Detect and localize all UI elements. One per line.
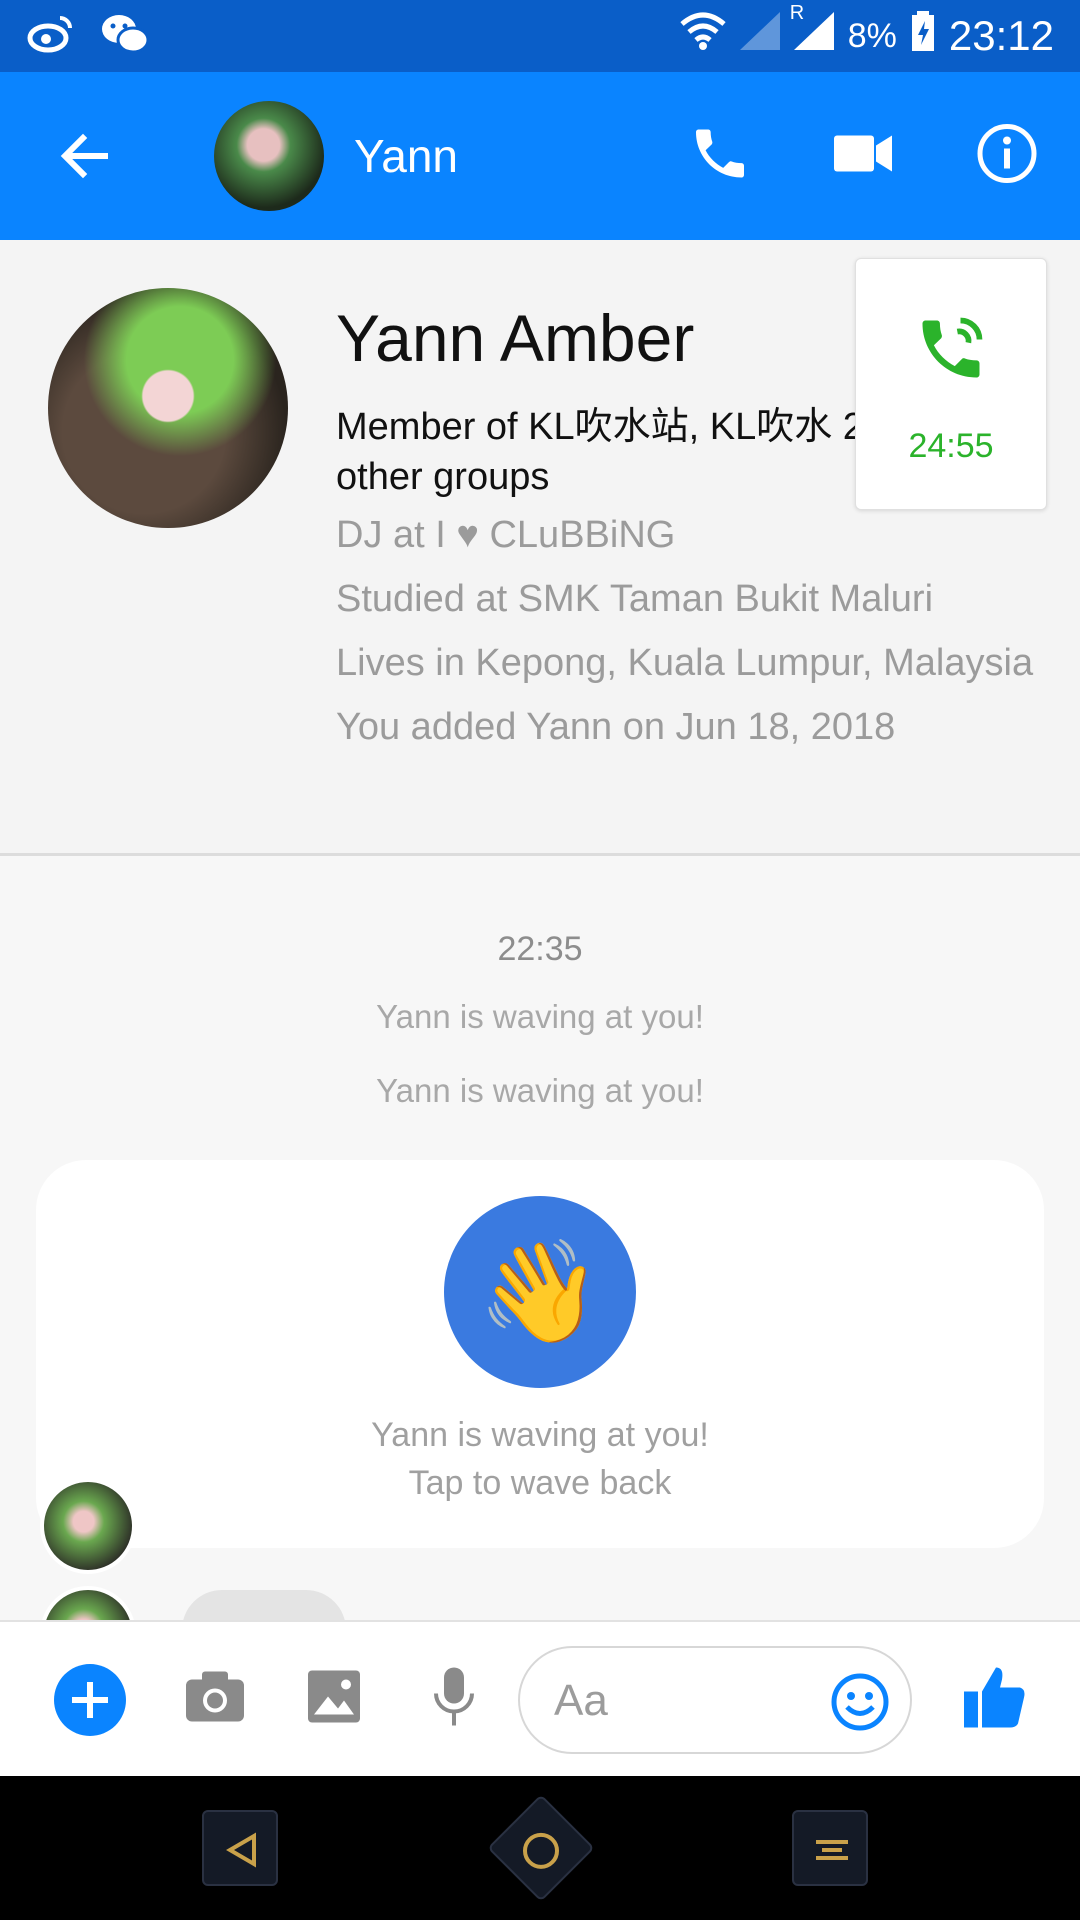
nav-home-button[interactable] [487,1794,595,1902]
wechat-icon [100,13,150,60]
plus-icon [72,1682,108,1718]
nav-back-button[interactable] [202,1810,278,1886]
thumbs-up-icon[interactable] [962,1664,1026,1735]
signal-icon [739,12,780,60]
gallery-icon[interactable] [306,1669,362,1730]
message-timestamp: 22:35 [497,930,583,968]
status-bar: R 8% 23:12 [0,0,1080,72]
wave-card-title: Yann is waving at you! [371,1416,709,1454]
wave-card[interactable]: 👋 Yann is waving at you! Tap to wave bac… [36,1160,1044,1548]
waving-hand-icon: 👋 [477,1235,603,1348]
message-input-field[interactable] [518,1646,912,1754]
weibo-icon [26,14,74,59]
back-arrow-icon[interactable] [55,126,115,186]
battery-percent: 8% [847,16,897,55]
camera-icon[interactable] [184,1670,246,1729]
recents-icon [816,1840,848,1860]
active-call-card[interactable]: 24:55 [855,258,1047,510]
triangle-back-icon [226,1832,256,1868]
call-timer: 24:55 [908,427,994,465]
message-input[interactable] [552,1670,802,1732]
profile-education: Studied at SMK Taman Bukit Maluri [336,578,934,620]
circle-home-icon [523,1832,559,1869]
video-call-icon[interactable] [832,132,894,181]
message-list[interactable]: 22:35 Yann is waving at you! Yann is wav… [0,858,1080,1620]
wave-notice: Yann is waving at you! [376,1072,704,1109]
sender-avatar[interactable] [40,1478,136,1574]
system-nav-bar [0,1776,1080,1920]
signal-roaming-icon: R [790,2,834,60]
info-icon[interactable] [976,123,1038,190]
wave-button[interactable]: 👋 [444,1196,636,1388]
profile-job: DJ at I ♥ CLuBBiNG [336,514,676,556]
wave-back-prompt[interactable]: Tap to wave back [36,1464,1044,1503]
phone-ringing-icon [913,311,989,392]
emoji-icon[interactable] [830,1672,890,1737]
profile-details: DJ at I ♥ CLuBBiNG Studied at SMK Taman … [336,510,1036,766]
wifi-icon [680,12,726,60]
nav-recents-button[interactable] [792,1810,868,1886]
roaming-label: R [789,2,805,24]
chat-header: Yann [0,72,1080,240]
add-button[interactable] [54,1664,126,1736]
profile-full-name: Yann Amber [336,301,695,375]
message-bubble[interactable] [182,1590,346,1620]
wave-notice: Yann is waving at you! [376,998,704,1035]
profile-groups: Member of KL吹水站, KL吹水 25 other groups [336,406,886,498]
profile-location: Lives in Kepong, Kuala Lumpur, Malaysia [336,642,1034,684]
battery-icon [911,11,935,61]
contact-name[interactable]: Yann [354,129,458,183]
phone-call-icon[interactable] [688,122,752,191]
profile-added-date: You added Yann on Jun 18, 2018 [336,706,896,748]
composer-bar [0,1620,1080,1776]
clock: 23:12 [948,12,1054,59]
profile-avatar[interactable] [48,288,288,528]
avatar[interactable] [214,101,324,211]
microphone-icon[interactable] [432,1666,476,1733]
sender-avatar[interactable] [40,1586,136,1620]
